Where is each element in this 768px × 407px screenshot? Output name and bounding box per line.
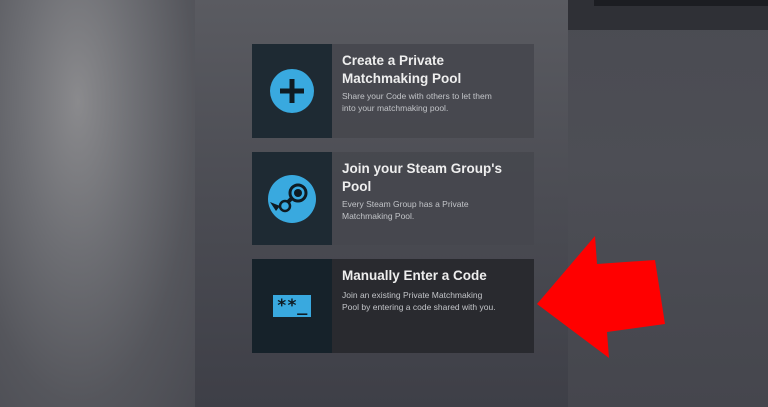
steam-icon — [268, 174, 316, 223]
card-description: Share your Code with others to let them … — [342, 91, 492, 113]
create-private-pool-card[interactable]: Create a Private Matchmaking Pool Share … — [252, 44, 534, 138]
card-icon-box — [252, 44, 332, 138]
code-prompt-icon: **_ — [272, 295, 312, 317]
join-steam-group-pool-card[interactable]: Join your Steam Group's Pool Every Steam… — [252, 152, 534, 245]
card-title: Manually Enter a Code — [342, 268, 487, 283]
card-description: Every Steam Group has a Private Matchmak… — [342, 199, 469, 221]
card-icon-box: **_ — [252, 259, 332, 353]
background-left — [0, 0, 195, 407]
card-text: Join your Steam Group's Pool Every Steam… — [332, 152, 512, 245]
card-title: Create a Private Matchmaking Pool — [342, 53, 462, 86]
card-icon-box — [252, 152, 332, 245]
card-text: Create a Private Matchmaking Pool Share … — [332, 44, 502, 138]
manually-enter-code-card[interactable]: **_ Manually Enter a Code Join an existi… — [252, 259, 534, 353]
card-description: Join an existing Private Matchmaking Poo… — [342, 290, 496, 312]
top-right-panel-inner — [594, 0, 768, 6]
red-arrow-icon — [537, 236, 665, 358]
card-title: Join your Steam Group's Pool — [342, 161, 502, 194]
plus-icon — [270, 69, 314, 113]
card-text: Manually Enter a Code Join an existing P… — [332, 259, 506, 353]
